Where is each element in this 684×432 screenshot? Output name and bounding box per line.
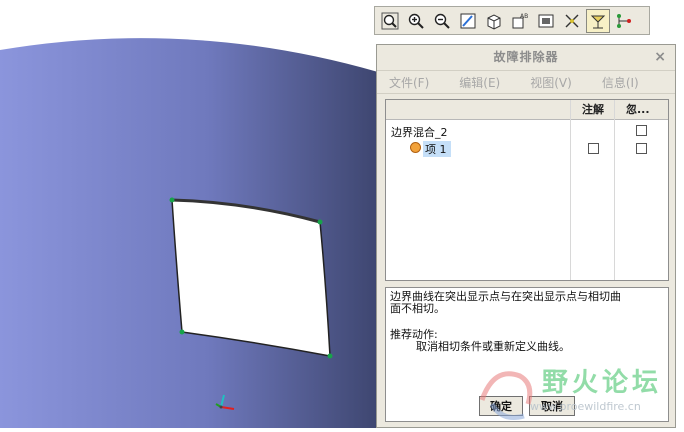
- close-button[interactable]: ×: [654, 45, 667, 70]
- view-orientation-icon: [487, 13, 501, 30]
- menu-bar: 文件(F) 编辑(E) 视图(V) 信息(I): [377, 70, 675, 94]
- ok-button[interactable]: 确定: [479, 396, 523, 416]
- menu-edit[interactable]: 编辑(E): [459, 74, 500, 91]
- warning-dot-icon: [410, 142, 421, 153]
- spin-center-icon: [590, 15, 606, 28]
- highlight-point: [179, 329, 185, 335]
- node-network-button[interactable]: [612, 9, 636, 33]
- highlight-point: [317, 219, 323, 225]
- ignore-checkbox[interactable]: [636, 125, 647, 136]
- annotation-checkbox[interactable]: [588, 143, 599, 154]
- zoom-in-button[interactable]: [404, 9, 428, 33]
- menu-file[interactable]: 文件(F): [389, 74, 429, 91]
- message-line: 面不相切。: [390, 302, 445, 315]
- menu-info[interactable]: 信息(I): [602, 74, 639, 91]
- troubleshooter-dialog: 故障排除器 × 文件(F) 编辑(E) 视图(V) 信息(I) 注解 忽... …: [376, 44, 676, 428]
- highlight-point: [169, 197, 175, 203]
- node-network-icon: [617, 13, 631, 28]
- saved-views-button[interactable]: AB: [508, 9, 532, 33]
- tree-header: 注解 忽...: [386, 100, 668, 120]
- zoom-fit-icon: [381, 12, 399, 29]
- zoom-out-icon: [434, 13, 450, 29]
- zoom-fit-button[interactable]: [378, 9, 402, 33]
- column-ignore[interactable]: 忽...: [626, 100, 650, 119]
- ignore-checkbox[interactable]: [636, 143, 647, 154]
- zoom-out-button[interactable]: [430, 9, 454, 33]
- repaint-icon: [460, 13, 476, 28]
- view-orientation-button[interactable]: [482, 9, 506, 33]
- spin-center-button[interactable]: [586, 8, 610, 33]
- menu-view[interactable]: 视图(V): [530, 74, 572, 91]
- dialog-title: 故障排除器: [493, 50, 559, 64]
- message-panel: 边界曲线在突出显示点与在突出显示点与相切曲 面不相切。 推荐动作: 取消相切条件…: [385, 287, 669, 422]
- tree-row-label: 边界混合_2: [391, 126, 448, 139]
- highlight-point: [327, 353, 333, 359]
- dialog-title-bar[interactable]: 故障排除器 ×: [377, 45, 675, 70]
- zoom-in-icon: [408, 13, 424, 29]
- repaint-button[interactable]: [456, 9, 480, 33]
- saved-views-icon: AB: [512, 13, 528, 28]
- tree-row-feature[interactable]: 边界混合_2: [386, 122, 668, 140]
- troubleshooter-tree[interactable]: 注解 忽... 边界混合_2 项 1: [385, 99, 669, 281]
- boundary-blend-patch[interactable]: [171, 199, 331, 357]
- column-annotation[interactable]: 注解: [582, 100, 604, 119]
- datum-display-button[interactable]: [560, 9, 584, 33]
- tree-row-label: 项 1: [423, 141, 451, 157]
- svg-text:AB: AB: [520, 13, 528, 20]
- tree-row-item[interactable]: 项 1: [386, 140, 668, 158]
- datum-display-icon: [565, 14, 579, 27]
- view-toolbar: AB: [374, 6, 650, 35]
- layers-icon: [538, 14, 554, 27]
- cancel-button[interactable]: 取消: [529, 396, 575, 416]
- action-text: 取消相切条件或重新定义曲线。: [416, 340, 570, 353]
- layers-button[interactable]: [534, 9, 558, 33]
